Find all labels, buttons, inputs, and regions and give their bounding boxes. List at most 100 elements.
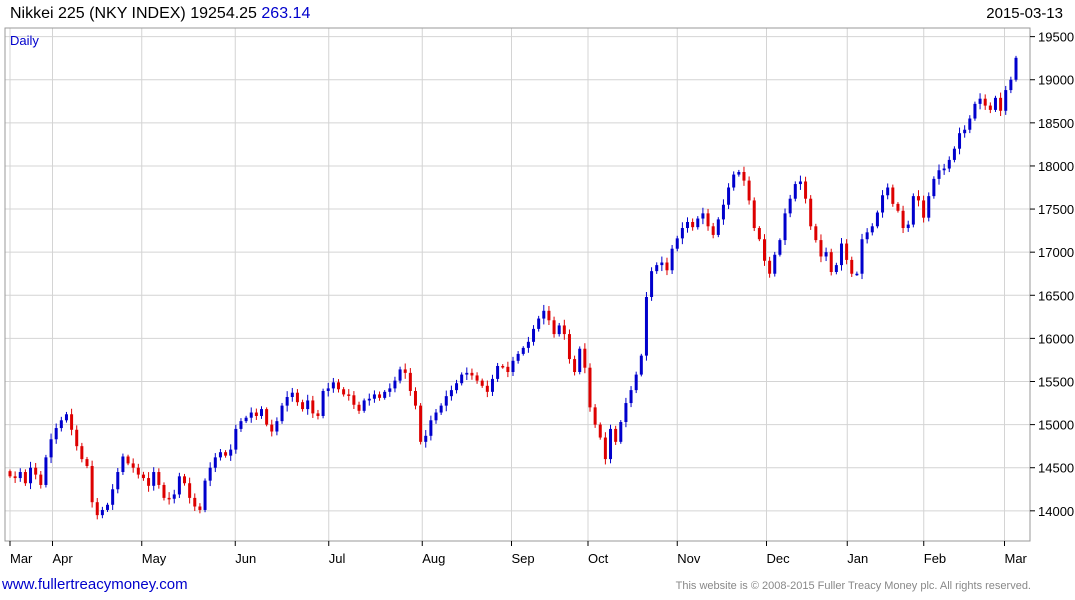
candle-body (875, 212, 879, 227)
candlestick-chart: 14000 14500 15000 15500 16000 16500 17000 17500… (4, 27, 1074, 566)
y-tick-label: 19500 (1038, 30, 1074, 45)
candle-body (757, 228, 761, 240)
candle-body (639, 355, 643, 375)
candle-body (311, 400, 315, 414)
candle-body (111, 489, 115, 505)
candle-body (260, 409, 263, 416)
x-tick-label: Mar (10, 551, 33, 566)
y-tick-label: 14000 (1038, 504, 1074, 519)
candle-body (783, 213, 787, 241)
candle-body (106, 504, 110, 510)
copyright-notice: This website is © 2008-2015 Fuller Treac… (675, 580, 1031, 592)
y-tick-label: 17000 (1038, 245, 1074, 260)
candle-body (44, 457, 48, 485)
candle-body (342, 389, 346, 395)
candle-body (614, 428, 618, 442)
candle-body (188, 483, 192, 498)
candle-body (75, 429, 79, 447)
candle-body (824, 252, 828, 257)
candle-body (270, 424, 274, 432)
candle-body (393, 380, 397, 389)
candle-body (1014, 57, 1018, 80)
candle-body (49, 439, 53, 458)
candle-body (419, 405, 423, 442)
candle-body (634, 374, 638, 391)
candle-body (773, 254, 777, 274)
candle-body (511, 360, 515, 373)
x-tick-label: May (142, 551, 167, 566)
candle-body (1004, 90, 1008, 111)
candle-body (1009, 79, 1013, 91)
candle-body (896, 203, 900, 211)
candle-body (537, 318, 541, 329)
candle-body (496, 365, 500, 379)
candle-body (732, 174, 736, 188)
candle-body (619, 422, 623, 442)
candle-body (398, 369, 402, 381)
candle-body (686, 221, 690, 229)
candle-body (95, 502, 99, 516)
candle-body (141, 474, 145, 479)
candle-body (819, 240, 823, 257)
candle-body (90, 465, 94, 503)
candle-body (224, 452, 228, 456)
candle-body (326, 388, 330, 391)
candle-body (475, 375, 479, 381)
candle-body (680, 228, 684, 239)
candle-body (860, 239, 864, 274)
candle-body (172, 494, 176, 499)
candle-body (213, 457, 217, 468)
candle-body (834, 265, 838, 272)
candle-body (768, 260, 772, 274)
candle-body (624, 403, 628, 423)
candle-body (460, 374, 464, 384)
candle-body (152, 472, 156, 486)
candle-body (927, 196, 931, 218)
candle-body (845, 243, 849, 260)
candle-body (932, 178, 936, 197)
candle-body (23, 472, 27, 484)
candle-body (372, 394, 376, 399)
candle-body (542, 310, 546, 319)
candle-body (999, 97, 1003, 111)
candle-body (80, 446, 84, 460)
candle-body (650, 271, 654, 298)
candle-body (8, 471, 12, 477)
candle-body (18, 472, 22, 479)
candle-body (988, 105, 992, 110)
candle-body (521, 347, 525, 354)
candle-body (983, 98, 987, 106)
candle-body (198, 506, 202, 510)
candle-body (593, 407, 597, 425)
candle-body (388, 388, 392, 392)
candle-body (942, 168, 946, 171)
candle-body (147, 478, 151, 486)
candle-body (136, 467, 140, 475)
candle-body (993, 97, 997, 110)
candle-body (763, 239, 766, 261)
candle-body (891, 187, 895, 204)
candle-body (886, 187, 890, 196)
candle-body (855, 273, 859, 276)
candle-body (506, 366, 510, 373)
candle-body (865, 232, 869, 240)
candle-body (737, 171, 741, 175)
candle-body (793, 184, 797, 199)
candle-body (532, 328, 536, 342)
candle-body (126, 456, 130, 464)
candle-body (455, 383, 459, 391)
candle-body (54, 428, 58, 440)
candle-body (34, 467, 38, 475)
candle-body (64, 414, 68, 421)
website-link[interactable]: www.fullertreacymoney.com (2, 576, 188, 593)
candle-body (70, 414, 74, 430)
candle-body (809, 198, 813, 227)
candle-body (265, 409, 269, 425)
candle-body (13, 476, 17, 479)
candle-body (829, 252, 833, 272)
candle-body (552, 320, 556, 335)
candle-body (911, 196, 915, 225)
candle-body (449, 390, 453, 397)
x-tick-label: Mar (1005, 551, 1028, 566)
candle-body (254, 412, 258, 416)
